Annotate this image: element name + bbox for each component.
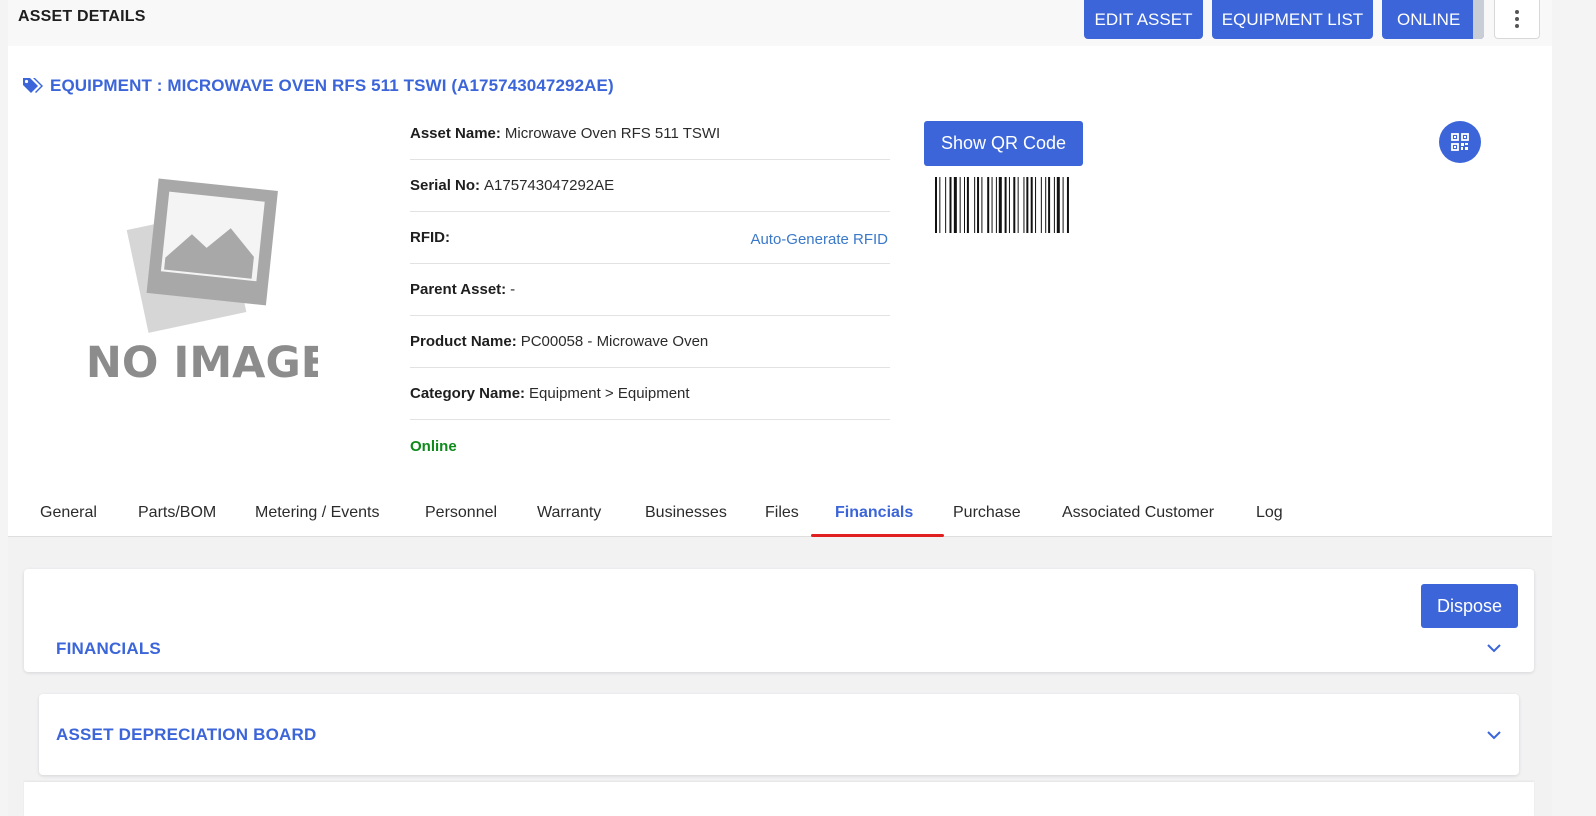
- category-name-value: Equipment > Equipment: [529, 385, 690, 402]
- product-name-value: PC00058 - Microwave Oven: [520, 333, 709, 350]
- tab-financials[interactable]: Financials: [835, 504, 913, 522]
- tab-businesses[interactable]: Businesses: [645, 504, 727, 522]
- financials-panel: Dispose FINANCIALS ASSET DEPRECIATION BO…: [8, 537, 1552, 816]
- asset-name-row: Asset Name: Microwave Oven RFS 511 TSWI: [410, 108, 890, 160]
- show-qr-code-button[interactable]: Show QR Code: [924, 121, 1083, 166]
- asset-details-list: Asset Name: Microwave Oven RFS 511 TSWI …: [410, 108, 890, 472]
- tab-purchase[interactable]: Purchase: [953, 504, 1021, 522]
- parent-asset-row: Parent Asset: -: [410, 264, 890, 316]
- tab-metering-events[interactable]: Metering / Events: [255, 504, 380, 522]
- barcode-image: [935, 177, 1069, 233]
- tab-log[interactable]: Log: [1256, 504, 1283, 522]
- depreciation-section-title: ASSET DEPRECIATION BOARD: [56, 725, 317, 744]
- online-toggle-handle: [1473, 0, 1484, 39]
- asset-details-page: ASSET DETAILS EDIT ASSET EQUIPMENT LIST …: [8, 0, 1552, 816]
- parent-asset-value: -: [510, 281, 516, 298]
- tab-personnel[interactable]: Personnel: [425, 504, 497, 522]
- no-image-placeholder: NO IMAGE: [88, 178, 318, 388]
- header-bar: ASSET DETAILS EDIT ASSET EQUIPMENT LIST …: [8, 0, 1552, 46]
- tab-parts-bom[interactable]: Parts/BOM: [138, 504, 216, 522]
- dispose-button[interactable]: Dispose: [1421, 584, 1518, 628]
- rfid-row: RFID: Auto-Generate RFID: [410, 212, 890, 264]
- tab-warranty[interactable]: Warranty: [537, 504, 601, 522]
- edit-asset-button[interactable]: EDIT ASSET: [1084, 0, 1203, 39]
- auto-generate-rfid-link[interactable]: Auto-Generate RFID: [750, 231, 888, 248]
- online-toggle-button[interactable]: ONLINE: [1382, 0, 1484, 39]
- next-section-edge: [24, 782, 1534, 816]
- chevron-down-icon[interactable]: [1486, 643, 1502, 653]
- tags-icon: [23, 78, 43, 93]
- equipment-list-button[interactable]: EQUIPMENT LIST: [1212, 0, 1373, 39]
- asset-tabs: General Parts/BOM Metering / Events Pers…: [8, 492, 1552, 537]
- status-row: Online: [410, 420, 890, 472]
- window-gutter: [1552, 0, 1596, 816]
- qrcode-button[interactable]: [1439, 121, 1481, 163]
- equipment-title: EQUIPMENT : MICROWAVE OVEN RFS 511 TSWI …: [50, 76, 614, 95]
- more-options-icon[interactable]: [1494, 0, 1540, 39]
- product-name-row: Product Name: PC00058 - Microwave Oven: [410, 316, 890, 368]
- equipment-heading: EQUIPMENT : MICROWAVE OVEN RFS 511 TSWI …: [22, 76, 614, 96]
- serial-row: Serial No: A175743047292AE: [410, 160, 890, 212]
- asset-name-value: Microwave Oven RFS 511 TSWI: [504, 125, 721, 142]
- tab-associated-customer[interactable]: Associated Customer: [1062, 504, 1214, 522]
- tab-files[interactable]: Files: [765, 504, 799, 522]
- svg-text:NO IMAGE: NO IMAGE: [88, 338, 318, 388]
- serial-value: A175743047292AE: [484, 177, 615, 194]
- category-name-row: Category Name: Equipment > Equipment: [410, 368, 890, 420]
- chevron-down-icon[interactable]: [1486, 730, 1502, 740]
- page-title: ASSET DETAILS: [18, 8, 146, 25]
- asset-depreciation-card: ASSET DEPRECIATION BOARD: [39, 694, 1519, 775]
- financials-section-title: FINANCIALS: [56, 639, 161, 658]
- qrcode-icon: [1451, 133, 1469, 151]
- financials-card: Dispose FINANCIALS: [24, 569, 1534, 672]
- online-toggle-label: ONLINE: [1397, 9, 1461, 29]
- status-badge: Online: [410, 437, 457, 455]
- tab-general[interactable]: General: [40, 504, 97, 522]
